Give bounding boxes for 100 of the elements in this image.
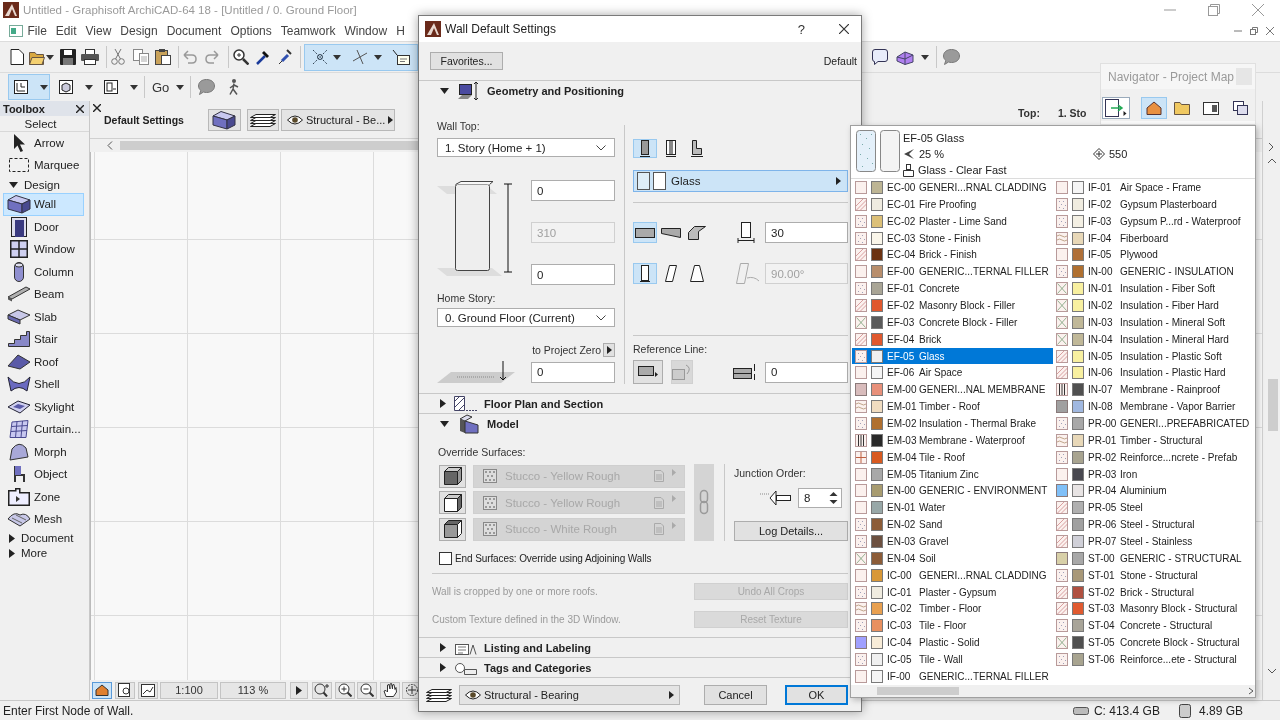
material-item[interactable]: EF-03 Concrete Block - Filler [852, 313, 1053, 331]
scale-field[interactable]: 1:100 [160, 681, 218, 699]
printer-icon[interactable] [81, 49, 99, 65]
caret-icon[interactable] [176, 84, 185, 90]
right-triangle-icon[interactable] [440, 399, 446, 408]
scissors-icon[interactable] [111, 49, 125, 65]
material-item[interactable]: EN-04 Soil [852, 549, 1053, 567]
bottom-offset-field[interactable]: 0 [531, 264, 615, 285]
material-item[interactable]: PR-07 Steel - Stainless [1053, 533, 1254, 550]
caret-icon[interactable] [921, 54, 929, 60]
material-item[interactable]: ST-05 Concrete Block - Structural [1053, 634, 1254, 652]
section-title[interactable]: Model [487, 417, 519, 430]
material-item[interactable]: EF-00 GENERIC...TERNAL FILLER [852, 263, 1053, 281]
menu-item[interactable]: Teamwork [276, 23, 340, 38]
down-triangle-icon[interactable] [440, 87, 449, 94]
down-triangle-icon[interactable] [9, 181, 18, 188]
tool-item[interactable]: Stair [3, 328, 84, 351]
material-item[interactable]: EN-01 Water [852, 499, 1053, 517]
dialog-button[interactable]: OK [785, 684, 848, 705]
material-item[interactable]: IN-06 Insulation - Plastic Hard [1053, 364, 1254, 382]
chat-bubble-icon[interactable] [198, 79, 216, 95]
tool-item[interactable]: Wall [3, 193, 84, 216]
material-item[interactable]: EM-02 Insulation - Thermal Brake [852, 415, 1053, 432]
section-title[interactable]: Geometry and Positioning [487, 84, 624, 97]
material-item[interactable]: IC-00 GENERI...RNAL CLADDING [852, 566, 1053, 584]
material-item[interactable]: IC-01 Plaster - Gypsum [852, 583, 1053, 601]
wall-settings-button[interactable] [207, 108, 241, 131]
snap-guides-icon[interactable] [312, 49, 328, 65]
eyedropper-icon[interactable] [256, 49, 270, 65]
right-triangle-icon[interactable] [440, 643, 446, 652]
material-item[interactable]: EC-01 Fire Proofing [852, 195, 1053, 213]
tool-item[interactable]: Roof [3, 350, 84, 373]
material-item[interactable]: EF-04 Brick [852, 330, 1053, 348]
menu-item[interactable]: Options [225, 23, 277, 38]
material-item[interactable]: IF-00 GENERIC...TERNAL FILLER [852, 667, 1053, 685]
material-item[interactable]: EC-02 Plaster - Lime Sand [852, 212, 1053, 230]
tool-item[interactable]: Curtain... [3, 418, 84, 441]
layer-settings-button[interactable] [246, 108, 279, 131]
group-label[interactable]: Design [24, 178, 60, 191]
section-title[interactable]: Listing and Labeling [484, 641, 591, 654]
menu-item[interactable]: Edit [51, 23, 82, 38]
menu-item[interactable]: H [391, 23, 410, 38]
junction-order-field[interactable]: 8 [798, 488, 842, 508]
material-item[interactable]: EF-02 Masonry Block - Filler [852, 297, 1053, 314]
material-item[interactable]: IN-05 Insulation - Plastic Soft [1053, 347, 1254, 365]
navigator-tab[interactable] [1141, 97, 1167, 119]
menu-item[interactable]: Design [115, 23, 163, 38]
thickness-field[interactable]: 30 [765, 222, 848, 243]
material-item[interactable]: ST-06 Reinforce...ete - Structural [1053, 651, 1254, 668]
wall-top-dropdown[interactable]: 1. Story (Home + 1) [437, 138, 615, 157]
magnifier-icon[interactable] [233, 49, 249, 65]
export-button[interactable] [1102, 97, 1130, 119]
tool-item[interactable]: Shell [3, 373, 84, 396]
material-item[interactable]: PR-01 Timber - Structural [1053, 431, 1254, 449]
clipboard-icon[interactable] [155, 49, 171, 65]
group-label[interactable]: Document [21, 532, 74, 544]
close-icon[interactable] [839, 24, 849, 34]
tool-item[interactable]: Mesh [3, 508, 84, 531]
new-file-icon[interactable] [10, 49, 24, 65]
tool-item[interactable]: Slab [3, 305, 84, 328]
favorites-button[interactable]: Favorites... [430, 52, 503, 70]
go-button[interactable]: Go [149, 79, 173, 95]
menu-item[interactable]: Document [162, 23, 226, 38]
zoom-in-button[interactable] [335, 681, 355, 699]
restore-icon[interactable] [1208, 4, 1220, 16]
material-item[interactable]: PR-05 Steel [1053, 499, 1254, 517]
zoom-out-button[interactable] [357, 681, 377, 699]
log-details-button[interactable]: Log Details... [734, 521, 848, 541]
material-item[interactable]: ST-01 Stone - Structural [1053, 566, 1254, 584]
tool-item[interactable]: Zone [3, 485, 84, 508]
horizontal-scrollbar[interactable] [851, 685, 1255, 697]
material-item[interactable]: EF-06 Air Space [852, 364, 1053, 382]
folder-icon[interactable] [29, 49, 45, 65]
material-item[interactable]: EF-05 Glass [852, 347, 1053, 365]
restore-icon[interactable] [1250, 26, 1258, 35]
material-item[interactable]: IN-03 Insulation - Mineral Soft [1053, 313, 1254, 331]
tool-item[interactable]: Beam [3, 283, 84, 306]
close-icon[interactable] [76, 104, 84, 113]
material-item[interactable]: IF-05 Plywood [1053, 246, 1254, 264]
tool-item[interactable]: Window [3, 238, 84, 261]
material-item[interactable]: EC-00 GENERI...RNAL CLADDING [852, 179, 1053, 196]
material-item[interactable]: EM-04 Tile - Roof [852, 448, 1053, 466]
tool-item[interactable]: Column [3, 260, 84, 283]
dialog-button[interactable]: Cancel [704, 684, 767, 705]
section-title[interactable]: Tags and Categories [484, 661, 592, 674]
surface-face-button[interactable] [439, 491, 466, 514]
right-triangle-icon[interactable] [9, 533, 15, 543]
copy-icon[interactable] [133, 49, 149, 65]
tool-item[interactable]: Arrow [3, 132, 84, 154]
section-title[interactable]: Floor Plan and Section [484, 397, 604, 410]
chat-bubble-icon[interactable] [943, 49, 960, 65]
down-triangle-icon[interactable] [440, 420, 449, 427]
tool-item[interactable]: Object [3, 463, 84, 486]
menu-item[interactable]: Window [339, 23, 392, 38]
zoom-button[interactable] [312, 681, 332, 699]
material-item[interactable]: PR-02 Reinforce...ncrete - Prefab [1053, 448, 1254, 466]
material-item[interactable]: PR-00 GENERI...PREFABRICATED [1053, 415, 1254, 432]
view-button[interactable] [8, 74, 50, 100]
view-mode-button[interactable] [138, 681, 158, 699]
material-item[interactable]: IN-02 Insulation - Fiber Hard [1053, 297, 1254, 314]
